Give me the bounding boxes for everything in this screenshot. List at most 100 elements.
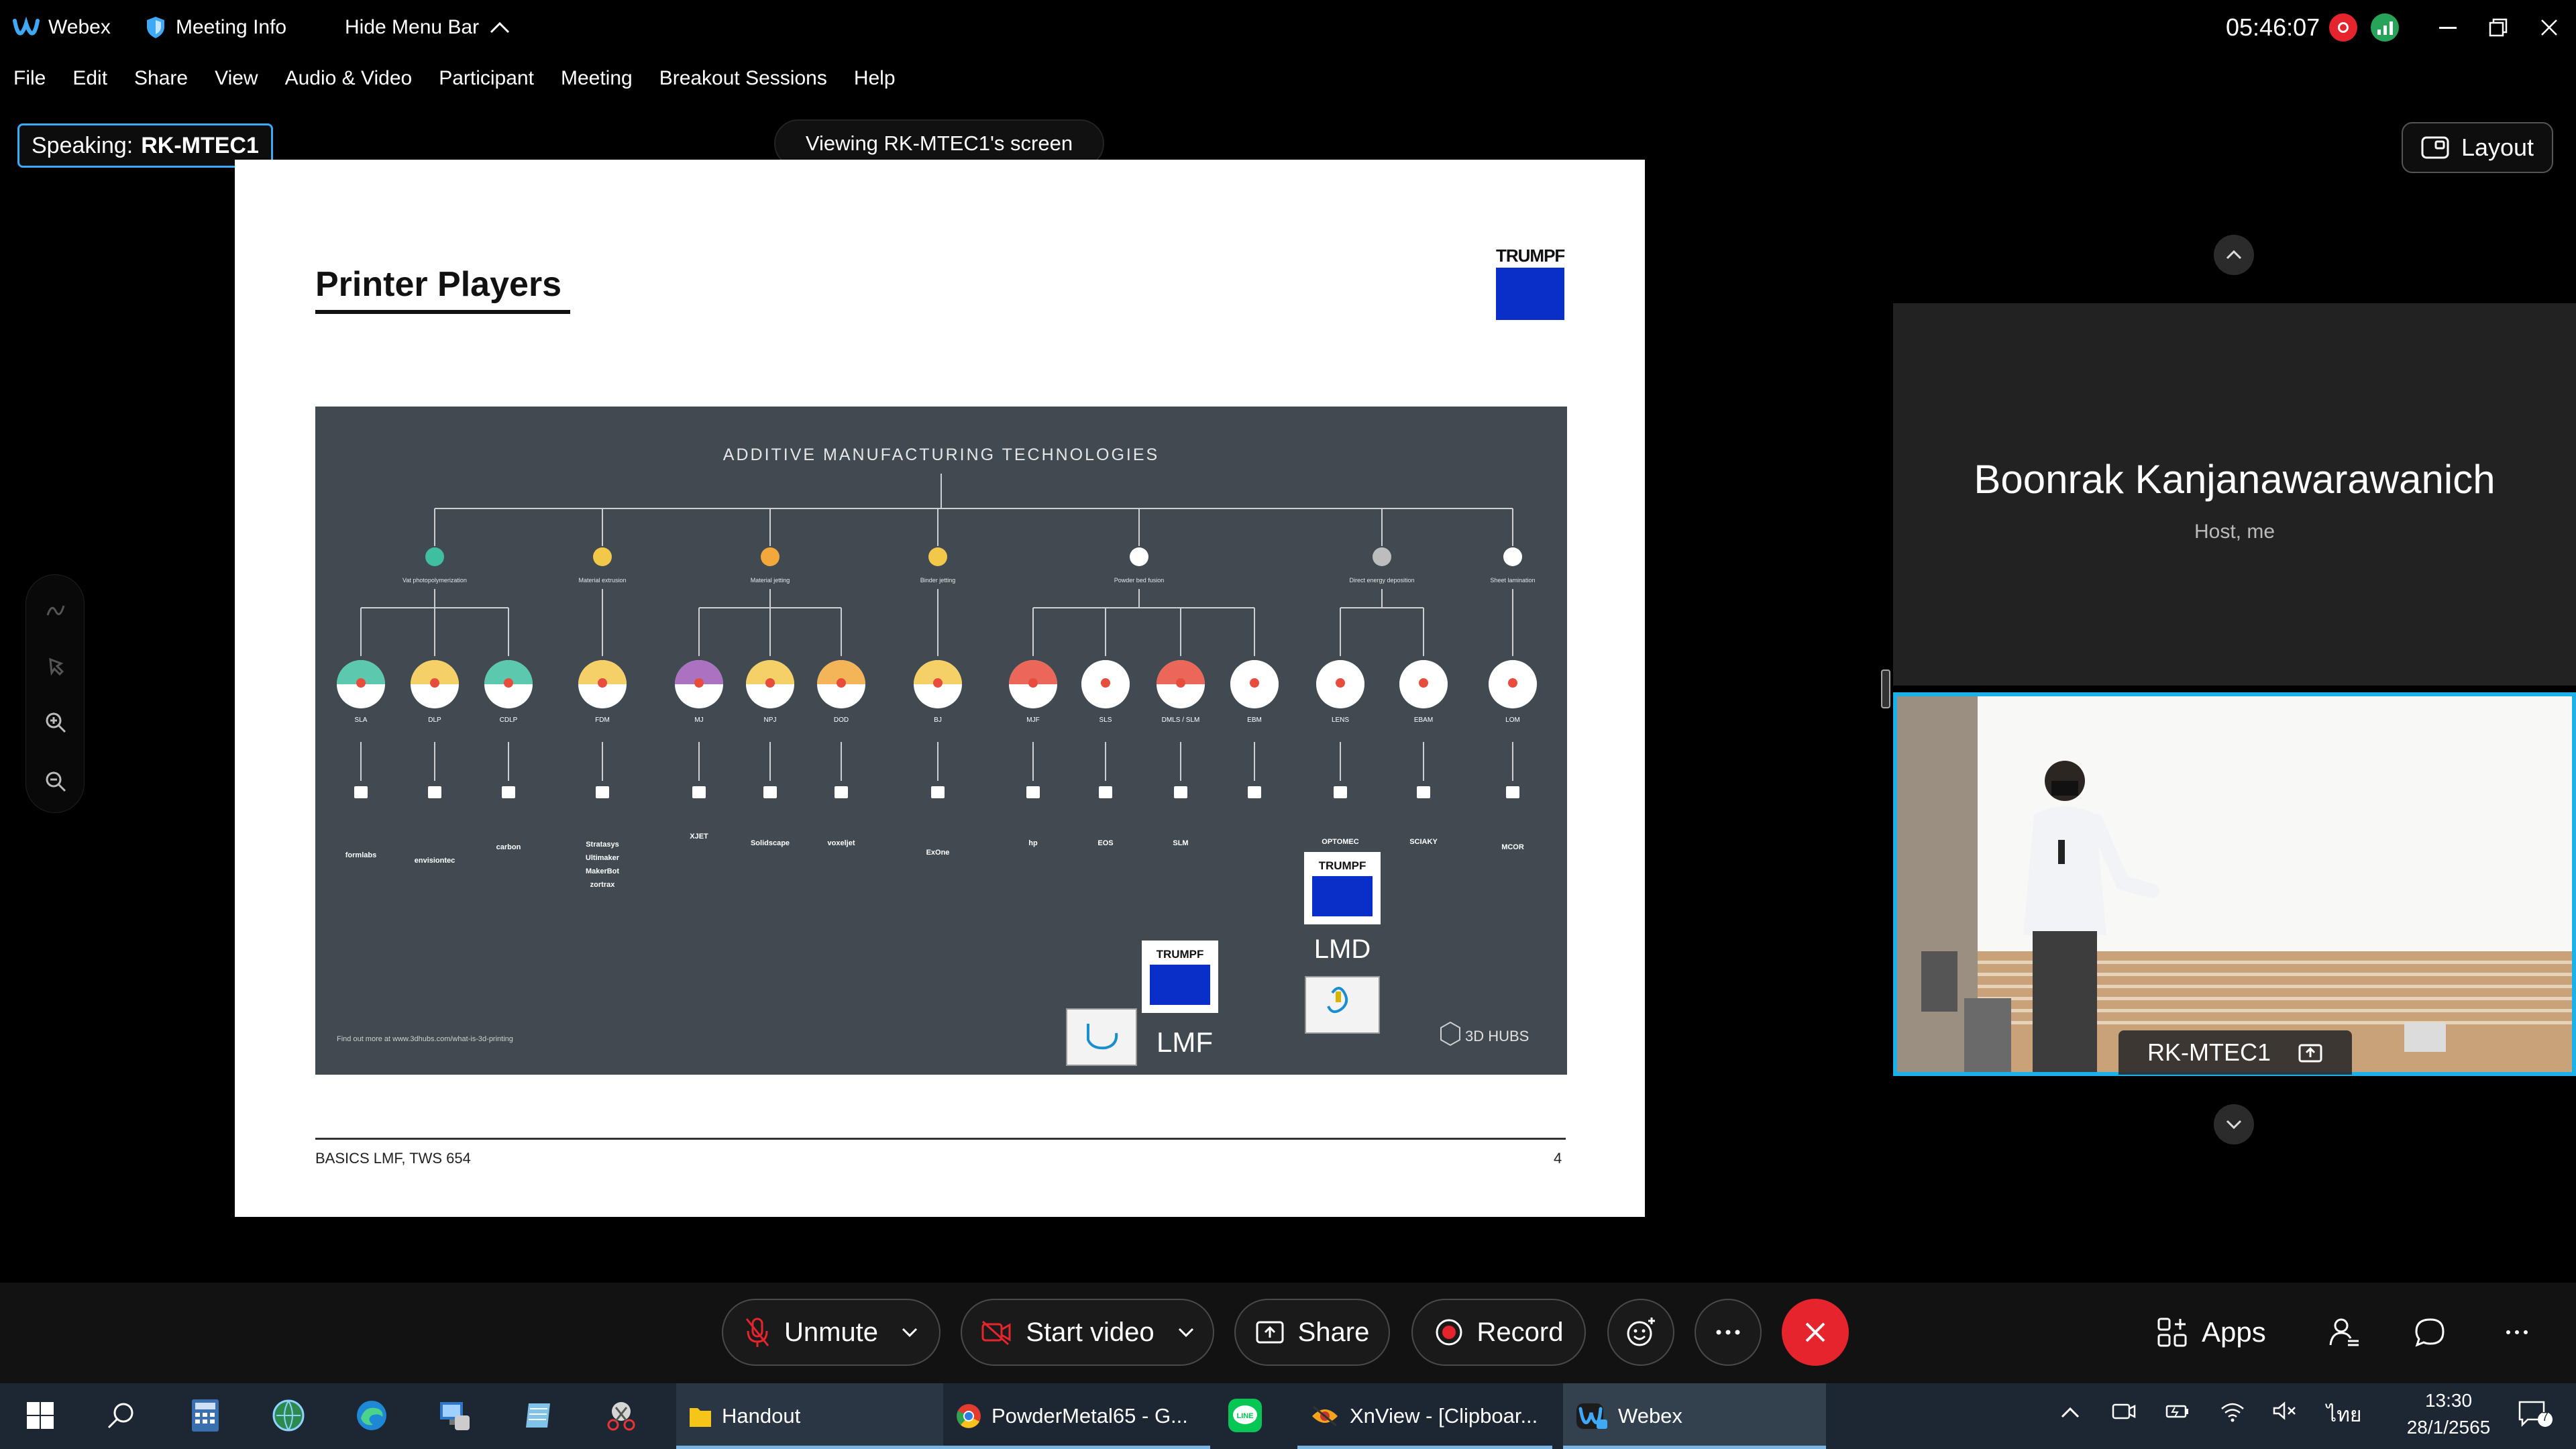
network-stats-icon[interactable]: [2371, 0, 2399, 55]
category-nodes: Vat photopolymerization Material extrusio…: [402, 508, 1536, 608]
camera-off-icon: [981, 1320, 1011, 1346]
menu-audio-video[interactable]: Audio & Video: [285, 67, 413, 90]
am-technologies-tree: ADDITIVE MANUFACTURING TECHNOLOGIES Vat …: [337, 445, 1537, 1066]
svg-text:LINE: LINE: [1236, 1412, 1253, 1420]
trumpf-logo: TRUMPF: [1496, 246, 1566, 320]
am-technologies-diagram: ADDITIVE MANUFACTURING TECHNOLOGIES Vat …: [315, 407, 1567, 1075]
menu-participant[interactable]: Participant: [439, 67, 534, 90]
calculator-icon[interactable]: [185, 1395, 225, 1436]
restore-icon[interactable]: [2489, 0, 2508, 55]
brand-logo: zortrax: [590, 881, 616, 889]
chevron-down-icon[interactable]: [901, 1327, 918, 1338]
menu-view[interactable]: View: [215, 67, 258, 90]
menu-file[interactable]: File: [13, 67, 46, 90]
category-icon: [761, 547, 780, 566]
menu-edit[interactable]: Edit: [72, 67, 107, 90]
menu-breakout-sessions[interactable]: Breakout Sessions: [659, 67, 827, 90]
network-globe-icon[interactable]: [268, 1395, 309, 1436]
chat-button[interactable]: [2414, 1308, 2447, 1356]
input-language[interactable]: ไทย: [2326, 1399, 2361, 1431]
tray-overflow-chevron-icon[interactable]: [2059, 1402, 2081, 1425]
close-icon[interactable]: [2540, 0, 2559, 55]
more-panels-button[interactable]: [2505, 1308, 2529, 1356]
snipping-tool-icon[interactable]: [601, 1395, 641, 1436]
brand-logo: envisiontec: [415, 857, 455, 865]
chevron-down-icon[interactable]: [1177, 1327, 1195, 1338]
taskbar-app-xnview[interactable]: XnView - [Clipboar...: [1297, 1383, 1552, 1449]
zoom-out-icon[interactable]: [42, 768, 69, 795]
search-icon[interactable]: [101, 1395, 141, 1436]
chevron-up-icon: [2226, 250, 2242, 260]
record-button[interactable]: Record: [1411, 1299, 1586, 1366]
edge-browser-icon[interactable]: [352, 1395, 392, 1436]
brand-logo: formlabs: [345, 851, 376, 859]
layout-label: Layout: [2461, 133, 2534, 161]
emoji-reactions-icon: [1627, 1318, 1655, 1346]
windows-start-icon[interactable]: [20, 1395, 60, 1436]
reactions-button[interactable]: [1607, 1299, 1674, 1366]
wifi-icon[interactable]: [2219, 1399, 2246, 1428]
line-app-icon[interactable]: LINE: [1225, 1395, 1265, 1436]
3dhubs-logo: 3D HUBS: [1440, 1021, 1529, 1046]
apps-button[interactable]: Apps: [2156, 1308, 2266, 1356]
slide-page-number: 4: [1554, 1150, 1562, 1167]
meeting-info-button[interactable]: Meeting Info: [145, 0, 286, 55]
webex-app-label[interactable]: Webex: [12, 0, 111, 55]
xnview-icon: [1312, 1405, 1338, 1427]
panel-resize-handle[interactable]: [1881, 669, 1890, 708]
hide-menu-bar-button[interactable]: Hide Menu Bar: [345, 0, 511, 55]
apps-grid-icon: [2157, 1318, 2187, 1347]
hide-menu-bar-label: Hide Menu Bar: [345, 16, 480, 38]
more-options-button[interactable]: [1695, 1299, 1762, 1366]
start-video-button[interactable]: Start video: [961, 1299, 1214, 1366]
trumpf-lmf-badge: TRUMPF: [1142, 941, 1218, 1013]
notification-count: 7: [2541, 1410, 2548, 1424]
process-label: FDM: [595, 716, 610, 724]
more-dots-icon: [2506, 1330, 2528, 1334]
lmd-label: LMD: [1314, 934, 1371, 964]
taskbar-app-label: XnView - [Clipboar...: [1350, 1404, 1538, 1428]
participants-scroll-up-button[interactable]: [2214, 235, 2254, 275]
participant-video-tile[interactable]: [1893, 692, 2576, 1076]
slide-footer-left: BASICS LMF, TWS 654: [315, 1150, 471, 1167]
menu-help[interactable]: Help: [854, 67, 896, 90]
pointer-icon[interactable]: [42, 651, 69, 678]
annotate-pen-icon[interactable]: [42, 595, 69, 622]
trumpf-logo-text: TRUMPF: [1496, 246, 1565, 266]
leave-meeting-button[interactable]: [1782, 1299, 1849, 1366]
volume-muted-icon[interactable]: [2271, 1401, 2298, 1426]
speaking-label: Speaking:: [32, 132, 133, 158]
panel-footer-text: Find out more at www.3dhubs.com/what-is-…: [337, 1035, 513, 1043]
unmute-button[interactable]: Unmute: [722, 1299, 941, 1366]
taskbar-app-label: Webex: [1618, 1404, 1682, 1428]
taskbar-app-webex[interactable]: Webex: [1563, 1383, 1826, 1449]
lmf-machine-image: [1066, 1008, 1137, 1066]
category-icon: [1130, 547, 1148, 566]
trumpf-lmf-text: TRUMPF: [1157, 948, 1204, 961]
participants-scroll-down-button[interactable]: [2214, 1104, 2254, 1144]
minimize-icon[interactable]: [2439, 0, 2457, 55]
category-icon: [593, 547, 612, 566]
system-clock[interactable]: 13:30 28/1/2565: [2402, 1387, 2496, 1441]
participants-button[interactable]: [2328, 1308, 2361, 1356]
notification-center-icon[interactable]: 7: [2517, 1398, 2553, 1434]
category-label: Vat photopolymerization: [402, 577, 467, 584]
record-label: Record: [1477, 1317, 1564, 1347]
menu-share[interactable]: Share: [134, 67, 188, 90]
host-participant-tile[interactable]: Boonrak Kanjanawarawanich Host, me: [1893, 303, 2576, 686]
process-label: MJ: [694, 716, 703, 724]
layout-button[interactable]: Layout: [2402, 122, 2553, 173]
annotation-zoom-toolbar: [25, 574, 85, 813]
menu-meeting[interactable]: Meeting: [561, 67, 633, 90]
share-button[interactable]: Share: [1234, 1299, 1390, 1366]
zoom-in-icon[interactable]: [42, 709, 69, 736]
camera-tray-icon[interactable]: [2110, 1401, 2137, 1426]
meeting-info-label: Meeting Info: [176, 16, 287, 38]
trumpf-lmd-badge: TRUMPF: [1304, 852, 1381, 924]
remote-desktop-icon[interactable]: [435, 1395, 475, 1436]
taskbar-app-handout[interactable]: Handout: [676, 1383, 943, 1449]
host-name: Boonrak Kanjanawarawanich: [1974, 457, 2496, 502]
taskbar-app-chrome[interactable]: PowderMetal65 - G...: [943, 1383, 1210, 1449]
notepad-icon[interactable]: [518, 1395, 558, 1436]
battery-icon[interactable]: [2164, 1401, 2191, 1426]
